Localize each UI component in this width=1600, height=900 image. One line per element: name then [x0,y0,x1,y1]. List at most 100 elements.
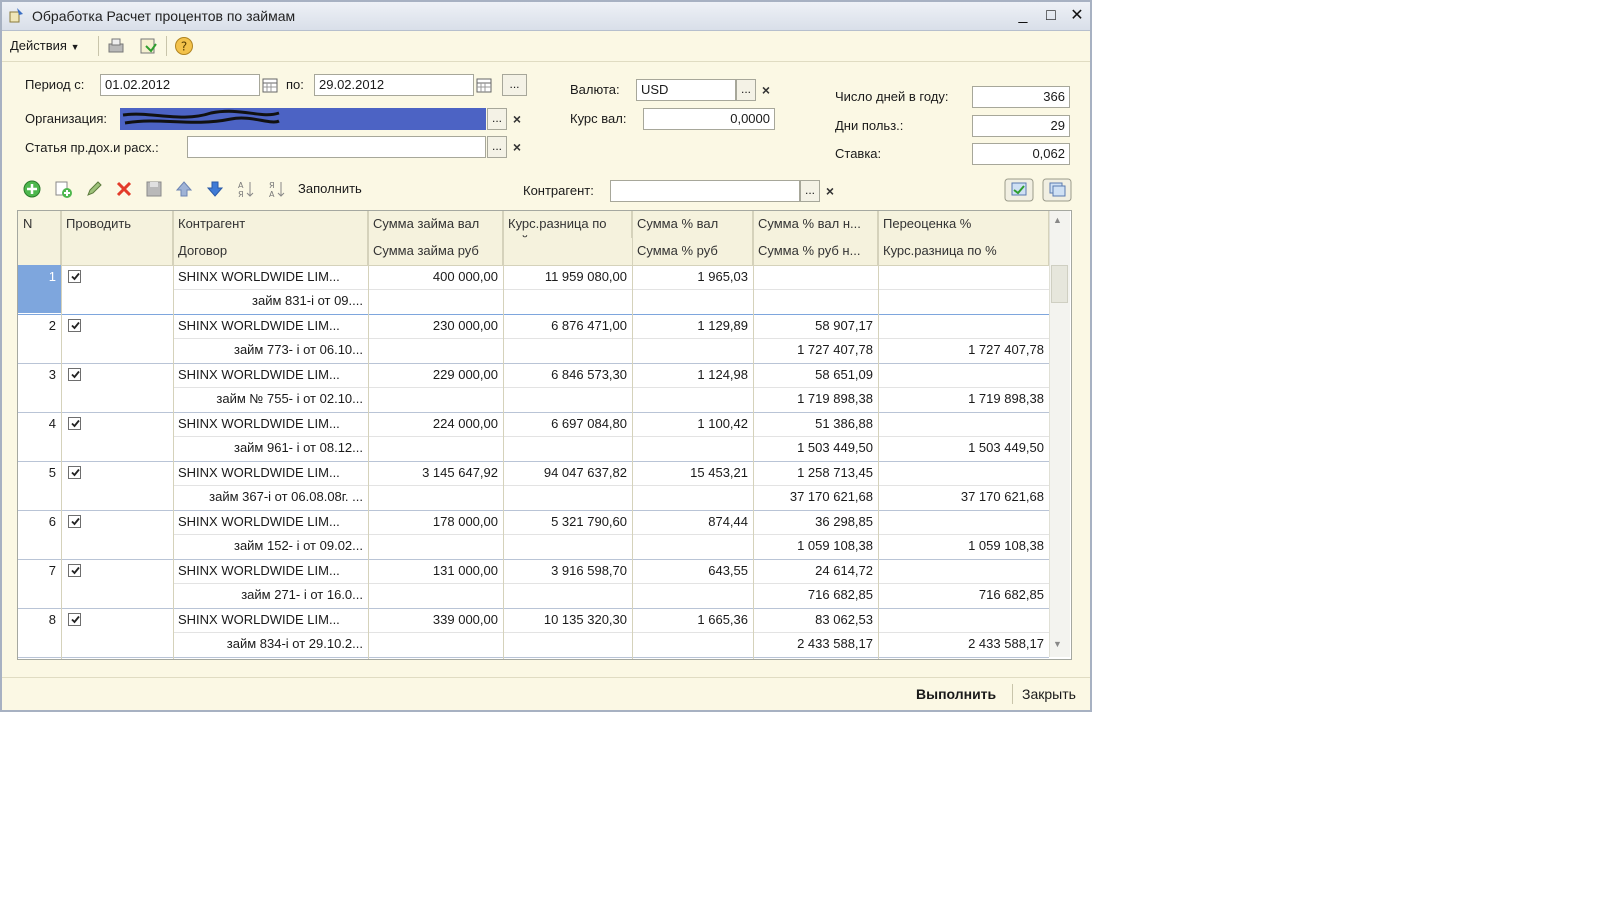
column-header[interactable]: Проводить [61,211,173,238]
interest-currency-cell[interactable]: 1 124,98 [632,363,753,387]
interest-currency-accrued-cell[interactable]: 36 298,85 [753,510,878,534]
interest-exchange-diff-cell[interactable]: 2 433 588,17 [878,632,1049,656]
loan-exchange-diff-cell[interactable]: 5 321 790,60 [503,510,632,534]
interest-rub-accrued-cell[interactable]: 2 433 588,17 [753,632,878,656]
row-number-cell[interactable]: 2 [18,314,61,338]
column-header[interactable]: Сумма % руб [632,238,753,265]
loan-exchange-diff-cell[interactable]: 11 959 080,00 [503,265,632,289]
windows-icon[interactable] [1042,178,1072,202]
interest-exchange-diff-cell[interactable]: 1 727 407,78 [878,338,1049,362]
loan-exchange-diff-cell[interactable]: 6 697 084,80 [503,412,632,436]
interest-exchange-diff-cell[interactable] [878,289,1049,313]
maximize-button[interactable]: □ [1040,5,1062,27]
row-number-cell[interactable]: 1 [18,265,61,289]
organization-input[interactable] [120,108,486,130]
loan-amount-rub-cell[interactable] [368,583,503,607]
loan-amount-currency-cell[interactable]: 229 000,00 [368,363,503,387]
exchange-rate-input[interactable]: 0,0000 [643,108,775,130]
post-checkbox[interactable] [68,319,81,332]
counterparty-select-button[interactable]: ... [800,180,820,202]
loan-amount-rub-cell[interactable] [368,534,503,558]
loan-exchange-diff-cell[interactable]: 3 916 598,70 [503,559,632,583]
loan-amount-currency-cell[interactable]: 178 000,00 [368,510,503,534]
interest-exchange-diff-cell[interactable]: 37 170 621,68 [878,485,1049,509]
interest-currency-accrued-cell[interactable]: 1 258 713,45 [753,461,878,485]
interest-currency-cell[interactable]: 1 100,42 [632,412,753,436]
sort-descending-icon[interactable]: ЯA [267,179,287,199]
add-row-icon[interactable] [22,179,42,199]
counterparty-filter-input[interactable] [610,180,800,202]
contract-cell[interactable]: займ № 755- i от 02.10... [173,387,368,411]
interest-rub-accrued-cell[interactable]: 37 170 621,68 [753,485,878,509]
loans-table[interactable]: N Проводить Контрагент Сумма займа вал К… [17,210,1072,660]
revaluation-cell[interactable] [878,608,1049,632]
sort-ascending-icon[interactable]: AЯ [236,179,256,199]
organization-clear-button[interactable]: × [509,108,525,130]
interest-currency-cell[interactable]: 874,44 [632,510,753,534]
days-used-input[interactable]: 29 [972,115,1070,137]
print-icon[interactable] [106,36,126,56]
period-to-input[interactable]: 29.02.2012 [314,74,474,96]
column-header[interactable]: Переоценка % [878,211,1049,238]
execute-button[interactable]: Выполнить [916,686,996,702]
interest-rub-cell[interactable] [632,583,753,607]
scrollbar-thumb[interactable] [1051,265,1068,303]
counterparty-cell[interactable]: SHINX WORLDWIDE LIM... [173,559,368,583]
loan-exchange-diff-cell[interactable]: 6 876 471,00 [503,314,632,338]
post-checkbox[interactable] [68,564,81,577]
save-settings-icon[interactable] [138,36,158,56]
counterparty-cell[interactable]: SHINX WORLDWIDE LIM... [173,608,368,632]
currency-input[interactable]: USD [636,79,736,101]
interest-rub-cell[interactable] [632,632,753,656]
refresh-list-icon[interactable] [1004,178,1034,202]
column-header[interactable]: Курс.разница по % [878,238,1049,265]
interest-currency-cell[interactable]: 1 665,36 [632,608,753,632]
organization-select-button[interactable]: ... [487,108,507,130]
counterparty-cell[interactable]: SHINX WORLDWIDE LIM... [173,363,368,387]
loan-amount-rub-cell[interactable] [368,338,503,362]
column-header[interactable]: Сумма % вал н... [753,211,878,238]
loan-amount-currency-cell[interactable]: 230 000,00 [368,314,503,338]
interest-currency-cell[interactable]: 1 965,03 [632,265,753,289]
contract-cell[interactable]: займ 367-i от 06.08.08г. ... [173,485,368,509]
article-input[interactable] [187,136,486,158]
revaluation-cell[interactable] [878,314,1049,338]
loan-amount-rub-cell[interactable] [368,632,503,656]
interest-exchange-diff-cell[interactable]: 1 059 108,38 [878,534,1049,558]
calendar-icon[interactable] [474,75,494,95]
interest-rub-cell[interactable] [632,338,753,362]
contract-cell[interactable]: займ 271- i от 16.0... [173,583,368,607]
post-checkbox[interactable] [68,613,81,626]
contract-cell[interactable]: займ 152- i от 09.02... [173,534,368,558]
contract-cell[interactable]: займ 834-i от 29.10.2... [173,632,368,656]
interest-exchange-diff-cell[interactable]: 1 503 449,50 [878,436,1049,460]
end-edit-icon[interactable] [144,179,164,199]
column-header[interactable]: Сумма % руб н... [753,238,878,265]
loan-amount-rub-cell[interactable] [368,436,503,460]
revaluation-cell[interactable] [878,265,1049,289]
contract-cell[interactable]: займ 773- i от 06.10... [173,338,368,362]
delete-row-icon[interactable] [114,179,134,199]
scroll-down-arrow-icon[interactable]: ▼ [1053,639,1062,649]
contract-cell[interactable]: займ 961- i от 08.12... [173,436,368,460]
column-header[interactable]: Контрагент [173,211,368,238]
counterparty-cell[interactable]: SHINX WORLDWIDE LIM... [173,510,368,534]
loan-amount-rub-cell[interactable] [368,485,503,509]
loan-exchange-diff-cell[interactable]: 94 047 637,82 [503,461,632,485]
row-number-cell[interactable]: 4 [18,412,61,436]
interest-currency-cell[interactable]: 643,55 [632,559,753,583]
interest-rub-cell[interactable] [632,387,753,411]
post-checkbox[interactable] [68,270,81,283]
row-number-cell[interactable]: 6 [18,510,61,534]
interest-currency-accrued-cell[interactable]: 83 062,53 [753,608,878,632]
revaluation-cell[interactable] [878,559,1049,583]
loan-amount-currency-cell[interactable]: 339 000,00 [368,608,503,632]
interest-currency-accrued-cell[interactable]: 24 614,72 [753,559,878,583]
column-header[interactable]: Договор [173,238,368,265]
interest-rub-accrued-cell[interactable] [753,289,878,313]
interest-exchange-diff-cell[interactable]: 716 682,85 [878,583,1049,607]
loan-amount-currency-cell[interactable]: 400 000,00 [368,265,503,289]
loan-amount-rub-cell[interactable] [368,289,503,313]
loan-amount-rub-cell[interactable] [368,387,503,411]
revaluation-cell[interactable] [878,363,1049,387]
